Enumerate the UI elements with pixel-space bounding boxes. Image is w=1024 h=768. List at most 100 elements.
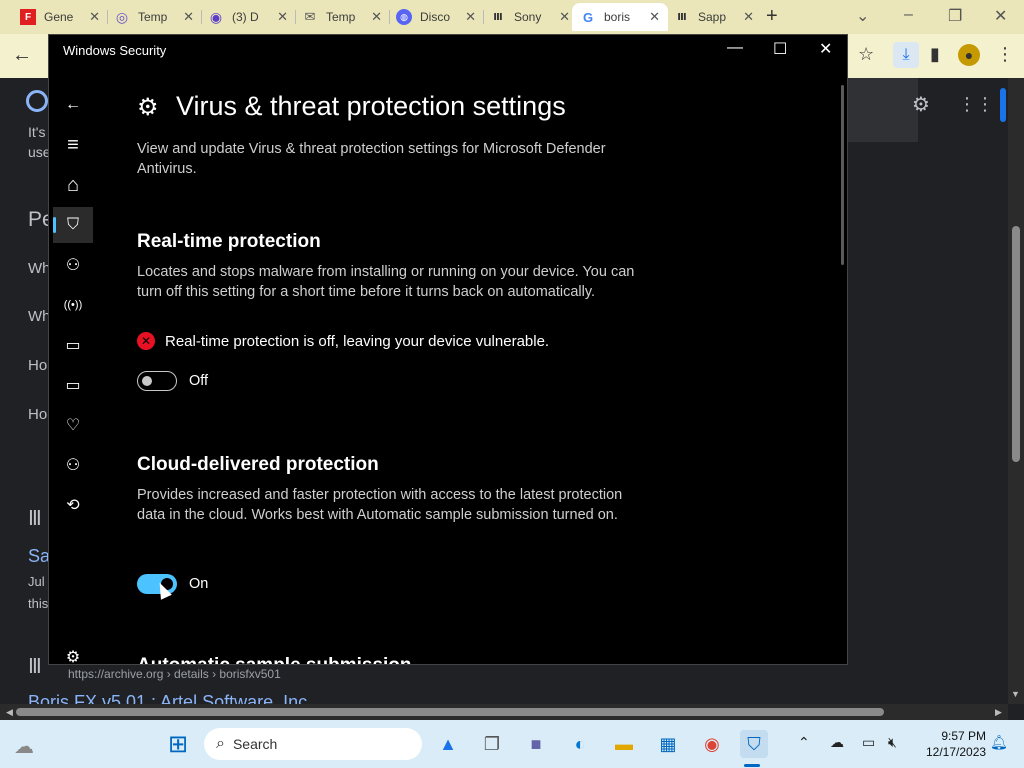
snippet-text: Jul [28,574,45,589]
microsoft-store-icon[interactable]: ▦ [654,730,682,758]
side-panel-icon[interactable]: ▮ [930,44,940,65]
settings-gears-icon: ⚙ [137,94,159,121]
flipboard-icon: F [20,9,36,25]
nav-virus-protection[interactable]: ⛉ [53,207,93,243]
close-tab-icon[interactable]: ✕ [371,9,382,25]
edge-icon[interactable]: ◐ [566,730,594,758]
result-link[interactable]: Sa [28,546,50,567]
close-tab-icon[interactable]: ✕ [559,9,570,25]
hamburger-icon: ≡ [67,133,79,156]
nav-app-browser-control[interactable]: ▭ [53,327,93,363]
start-button[interactable]: ⊞ [164,730,192,758]
hamburger-menu-button[interactable]: ≡ [53,127,93,163]
page-title: Virus & threat protection settings [176,91,566,121]
weather-icon[interactable]: ☁ [10,732,38,760]
sign-in-button[interactable] [1000,88,1006,122]
realtime-protection-toggle[interactable] [137,371,177,391]
store-preview-app-icon[interactable]: ▲ [434,730,462,758]
close-tab-icon[interactable]: ✕ [649,9,660,25]
cloud-protection-description: Provides increased and faster protection… [137,487,623,523]
nav-device-health[interactable]: ♡ [53,407,93,443]
close-tab-icon[interactable]: ✕ [743,9,754,25]
teams-chat-icon[interactable]: ■ [522,730,550,758]
back-button[interactable]: ← [53,87,93,123]
back-arrow-icon[interactable]: ← [12,44,32,67]
downloads-icon[interactable]: ⤓ [893,42,919,68]
tab-search-icon[interactable]: ⌄ [856,6,869,26]
tab-temp[interactable]: ◎ Temp ✕ [106,3,202,31]
nav-firewall[interactable]: ((•)) [53,287,93,323]
window-scrollbar[interactable] [841,85,844,265]
app-window-icon: ▭ [65,337,81,354]
clock-date: 12/17/2023 [926,745,987,759]
heart-pulse-icon: ♡ [65,417,81,434]
nav-account-protection[interactable]: ⚇ [53,247,93,283]
tab-discord-notifications[interactable]: ◉ (3) D ✕ [200,3,296,31]
tab-discord[interactable]: ◍ Disco ✕ [388,3,484,31]
scroll-right-icon[interactable]: ▶ [995,707,1002,718]
profile-avatar-icon[interactable]: ● [958,44,980,66]
close-tab-icon[interactable]: ✕ [89,9,100,25]
tab-boris[interactable]: G boris ✕ [572,3,668,31]
notification-bell-icon[interactable]: 🔔︎ [990,734,1008,751]
nav-device-security[interactable]: ▭ [53,367,93,403]
cloud-protection-heading: Cloud-delivered protection [137,454,379,475]
close-tab-icon[interactable]: ✕ [465,9,476,25]
display-icon[interactable]: ▭ [862,734,875,751]
archive-org-icon: Ⅲ [493,11,503,23]
tab-sapp[interactable]: Ⅲ Sapp ✕ [666,3,762,31]
active-app-indicator [744,764,760,767]
page-horizontal-scrollbar[interactable] [0,704,1008,720]
realtime-protection-description: Locates and stops malware from installin… [137,264,635,300]
question-item[interactable]: Ho [28,357,47,374]
family-icon: ⚇ [65,457,81,474]
new-tab-button[interactable]: + [766,5,778,28]
tab-temp-mail[interactable]: ✉ Temp ✕ [294,3,390,31]
nav-settings[interactable]: ⚙ [53,639,93,665]
page-description: View and update Virus & threat protectio… [137,141,606,177]
clock-time: 9:57 PM [941,729,987,743]
nav-protection-history[interactable]: ⟲ [53,487,93,523]
tab-gene[interactable]: F Gene ✕ [12,3,108,31]
onedrive-icon[interactable]: ☁ [830,734,844,751]
windows-taskbar: ☁ ⊞ ⌕ Search ▲ ❐ ■ ◐ ▬ ▦ ◉ ⛉ ⌃ ☁ ▭ 🔇︎ 9:… [0,720,1024,768]
question-item[interactable]: Ho [28,406,47,423]
windows-security-taskbar-icon[interactable]: ⛉ [740,730,768,758]
file-explorer-icon[interactable]: ▬ [610,730,638,758]
show-hidden-icons-chevron-icon[interactable]: ⌃ [798,734,810,751]
chrome-menu-icon[interactable]: ⋮ [996,44,1014,65]
tab-favicon-icon: ◎ [115,8,129,25]
discord-icon: ◍ [396,9,412,25]
gear-icon: ⚙ [65,649,81,665]
close-tab-icon[interactable]: ✕ [277,9,288,25]
browser-restore-button[interactable]: ❐ [948,6,962,26]
nav-home[interactable]: ⌂ [53,167,93,203]
home-icon: ⌂ [66,173,80,196]
taskbar-search-box[interactable]: ⌕ Search [204,728,422,760]
browser-close-button[interactable]: ✕ [994,6,1007,26]
realtime-warning: ✕ Real-time protection is off, leaving y… [137,332,549,350]
close-tab-icon[interactable]: ✕ [183,9,194,25]
page-vertical-scrollbar[interactable] [1008,78,1024,704]
tab-sony[interactable]: Ⅲ Sony ✕ [482,3,578,31]
snippet-text: It's [28,124,46,140]
google-logo-icon [26,90,48,112]
error-x-icon: ✕ [137,332,155,350]
settings-gear-icon[interactable]: ⚙ [912,92,930,117]
scroll-down-icon[interactable]: ▼ [1011,689,1020,699]
link-status-url: https://archive.org › details › borisfxv… [60,664,289,686]
cloud-toggle-row: On [137,574,208,594]
search-icon: ⌕ [216,735,225,752]
system-clock[interactable]: 9:57 PM 12/17/2023 [926,728,986,760]
bookmark-star-icon[interactable]: ☆ [858,44,874,65]
scroll-left-icon[interactable]: ◀ [6,707,13,718]
security-nav: ← ≡ ⌂ ⛉ ⚇ ((•)) ▭ ▭ ♡ ⚇ ⟲ ⚙ [49,71,97,665]
browser-minimize-button[interactable]: – [904,6,913,24]
volume-muted-icon[interactable]: 🔇︎ [888,734,897,751]
nav-family-options[interactable]: ⚇ [53,447,93,483]
chrome-icon[interactable]: ◉ [698,730,726,758]
result-title-link[interactable]: Boris FX v5.01 : Artel Software, Inc [28,692,307,704]
search-label: Search [232,736,278,752]
settings-content: ⚙ Virus & threat protection settings Vie… [137,35,827,664]
task-view-icon[interactable]: ❐ [478,730,506,758]
